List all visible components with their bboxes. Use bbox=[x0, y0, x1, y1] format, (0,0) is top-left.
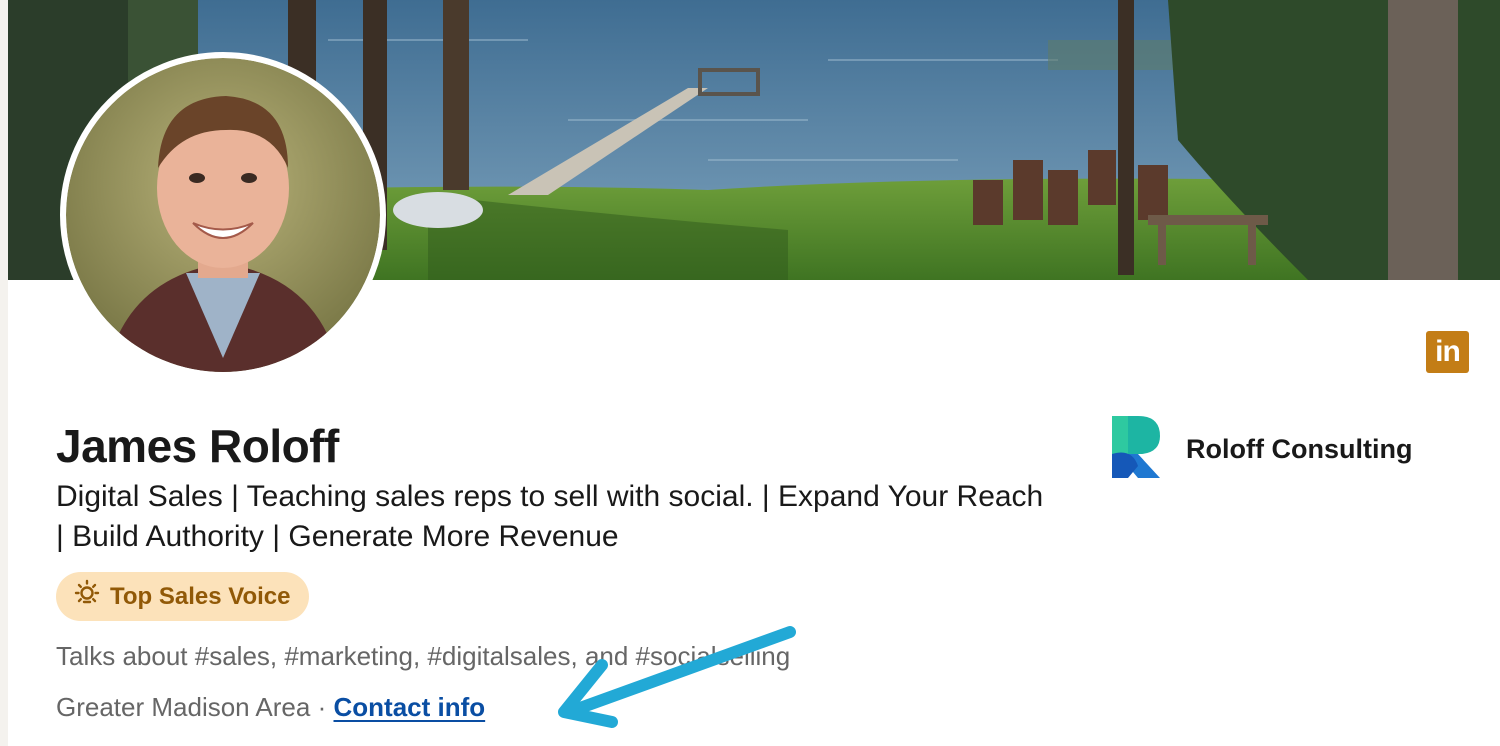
separator: · bbox=[317, 692, 327, 722]
talks-about: Talks about #sales, #marketing, #digital… bbox=[56, 641, 791, 671]
location-text: Greater Madison Area bbox=[56, 692, 311, 722]
company-name: Roloff Consulting bbox=[1186, 434, 1413, 464]
top-voice-badge[interactable]: Top Sales Voice bbox=[56, 572, 309, 621]
current-company[interactable]: Roloff Consulting bbox=[1108, 414, 1412, 485]
location-line: Greater Madison Area · Contact info bbox=[56, 688, 485, 726]
linkedin-icon[interactable]: in bbox=[1426, 331, 1469, 373]
linkedin-icon-text: in bbox=[1435, 335, 1461, 368]
profile-avatar[interactable] bbox=[60, 52, 386, 378]
profile-headline: Digital Sales | Teaching sales reps to s… bbox=[56, 480, 1044, 553]
lightbulb-icon bbox=[72, 579, 102, 614]
top-voice-label: Top Sales Voice bbox=[110, 582, 291, 610]
contact-info-link[interactable]: Contact info bbox=[334, 692, 486, 722]
roloff-r-logo-icon bbox=[1108, 414, 1164, 485]
page-gutter bbox=[0, 0, 8, 746]
profile-card: in James Roloff Digital Sales | Teaching… bbox=[8, 0, 1500, 746]
profile-name: James Roloff bbox=[56, 420, 339, 472]
